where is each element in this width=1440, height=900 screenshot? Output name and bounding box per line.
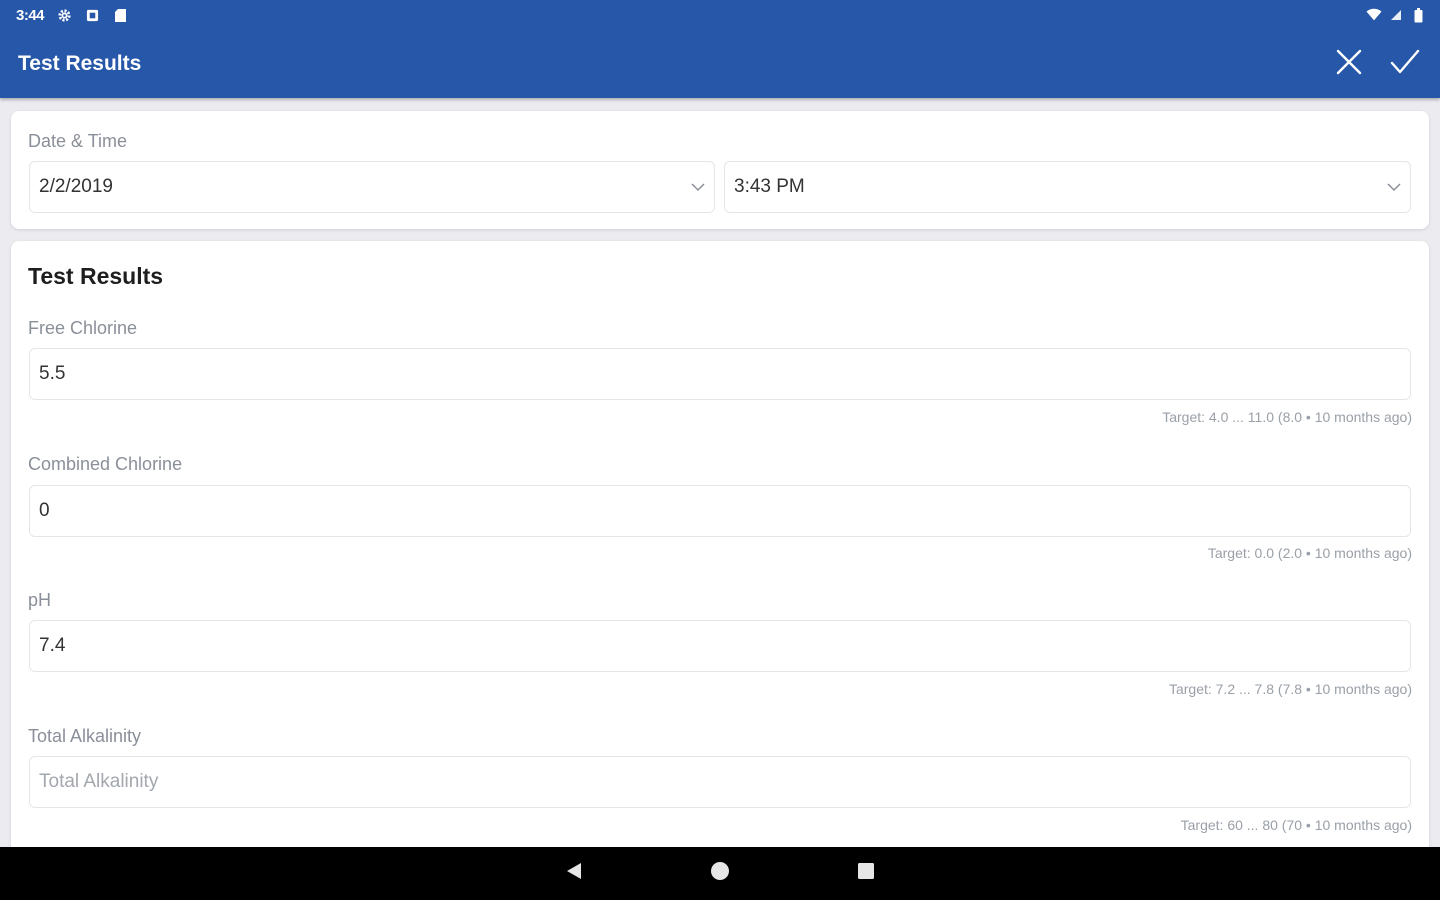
check-icon (1390, 48, 1420, 81)
app-actions (1332, 47, 1422, 81)
home-icon (710, 861, 730, 886)
total-alkalinity-placeholder: Total Alkalinity (39, 771, 159, 792)
free-chlorine-value: 5.5 (39, 363, 66, 384)
home-button[interactable] (708, 862, 732, 886)
total-alkalinity-hint: Target: 60 ... 80 (70 • 10 months ago) (1180, 817, 1412, 833)
free-chlorine-input[interactable]: 5.5 (29, 348, 1411, 400)
combined-chlorine-hint: Target: 0.0 (2.0 • 10 months ago) (1207, 545, 1412, 561)
section-title: Test Results (28, 263, 164, 289)
total-alkalinity-input[interactable]: Total Alkalinity (29, 756, 1411, 808)
status-time: 3:44 (16, 6, 45, 24)
close-icon (1335, 48, 1363, 81)
back-icon (564, 861, 584, 886)
gear-icon (56, 7, 72, 23)
combined-chlorine-value: 0 (39, 500, 50, 521)
combined-chlorine-label: Combined Chlorine (28, 454, 183, 474)
status-bar: 3:44 (0, 0, 1440, 30)
back-button[interactable] (562, 862, 586, 886)
square-icon (84, 7, 100, 23)
navigation-bar (0, 847, 1440, 900)
save-button[interactable] (1388, 47, 1422, 81)
datetime-label: Date & Time (28, 131, 128, 151)
results-card: Test Results Free Chlorine 5.5 Target: 4… (11, 241, 1429, 861)
date-value: 2/2/2019 (39, 176, 113, 197)
ph-input[interactable]: 7.4 (29, 620, 1411, 672)
ph-value: 7.4 (39, 635, 66, 656)
time-select[interactable]: 3:43 PM (724, 161, 1411, 213)
page-title: Test Results (18, 52, 142, 75)
time-value: 3:43 PM (734, 176, 805, 197)
date-select[interactable]: 2/2/2019 (29, 161, 715, 213)
chevron-down-icon (690, 179, 706, 201)
status-left: 3:44 (16, 7, 128, 24)
chevron-down-icon (1386, 179, 1402, 201)
datetime-card: Date & Time 2/2/2019 3:43 PM (11, 111, 1429, 229)
wifi-icon (1366, 7, 1382, 23)
free-chlorine-label: Free Chlorine (28, 318, 138, 338)
cell-signal-icon (1388, 7, 1404, 23)
combined-chlorine-input[interactable]: 0 (29, 485, 1411, 537)
sd-card-icon (112, 7, 128, 23)
ph-label: pH (28, 590, 52, 610)
free-chlorine-hint: Target: 4.0 ... 11.0 (8.0 • 10 months ag… (1162, 409, 1412, 425)
recents-icon (856, 861, 876, 886)
total-alkalinity-label: Total Alkalinity (28, 726, 142, 746)
app-bar: Test Results (0, 30, 1440, 98)
battery-icon (1410, 7, 1426, 23)
ph-hint: Target: 7.2 ... 7.8 (7.8 • 10 months ago… (1168, 681, 1412, 697)
status-right (1366, 7, 1426, 23)
recents-button[interactable] (854, 862, 878, 886)
cancel-button[interactable] (1332, 47, 1366, 81)
